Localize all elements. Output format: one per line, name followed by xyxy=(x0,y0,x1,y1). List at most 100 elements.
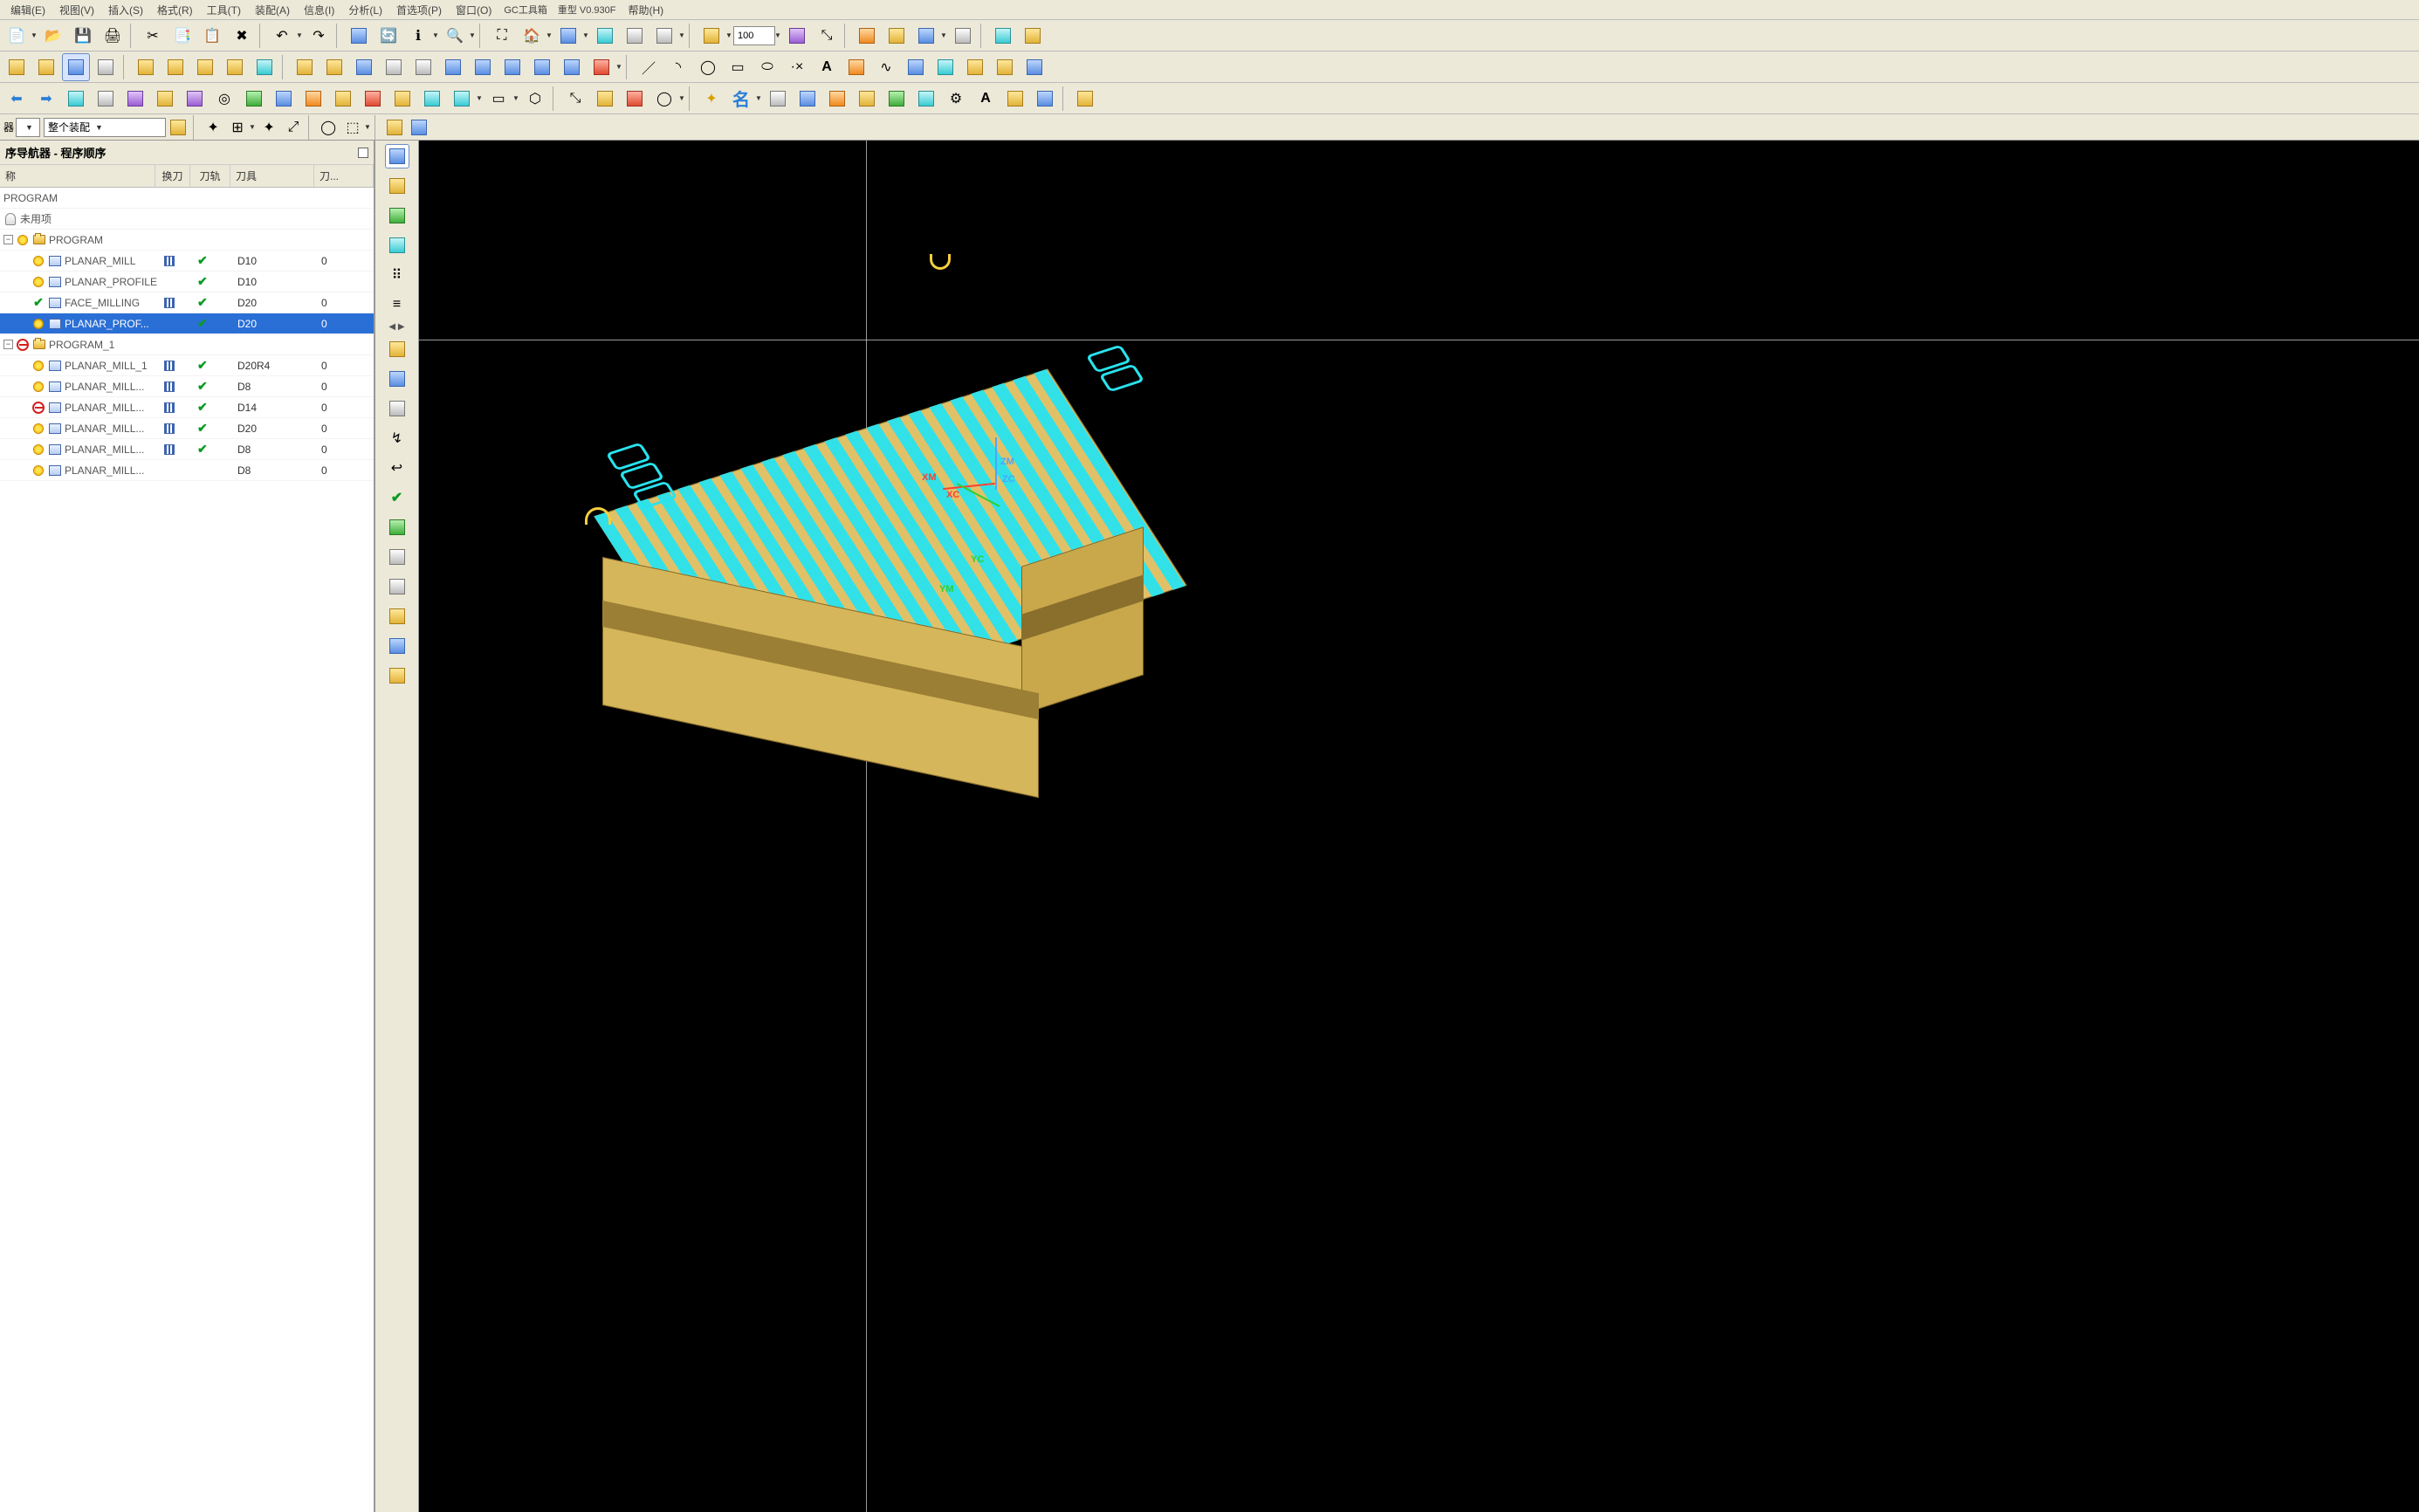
diamond-button[interactable] xyxy=(853,22,881,50)
tree-row[interactable]: PLANAR_MILL...D80 xyxy=(0,460,374,481)
extra1-button[interactable] xyxy=(989,22,1017,50)
tree-row[interactable]: PLANAR_PROF...✔D200 xyxy=(0,313,374,334)
assembly-combo[interactable]: 整个装配▼ xyxy=(44,118,166,137)
menu-insert[interactable]: 插入(S) xyxy=(101,1,150,19)
list-button[interactable] xyxy=(439,53,467,81)
name-dropdown[interactable]: ▼ xyxy=(754,94,763,102)
create-geom-button[interactable] xyxy=(191,53,219,81)
cube6-button[interactable] xyxy=(329,85,357,113)
update-button[interactable] xyxy=(345,22,373,50)
rb-expander[interactable]: ◀ ▶ xyxy=(388,322,404,332)
shade-dropdown[interactable]: ▼ xyxy=(677,31,686,39)
graphics-viewport[interactable]: XM XC ZM ZC YC YM xyxy=(419,141,2419,1512)
menu-view[interactable]: 视图(V) xyxy=(52,1,101,19)
doc4-button[interactable] xyxy=(883,85,911,113)
rb-6[interactable]: ✔ xyxy=(385,485,409,510)
star-button[interactable]: ✦ xyxy=(698,85,725,113)
flag-dropdown[interactable]: ▼ xyxy=(615,63,623,71)
snap1-button[interactable]: ✦ xyxy=(202,116,224,139)
op-create-button[interactable] xyxy=(3,53,31,81)
rb-machine-nav[interactable] xyxy=(385,233,409,258)
home-view-button[interactable]: 🏠 xyxy=(518,22,546,50)
cube10-button[interactable] xyxy=(448,85,476,113)
menu-prefs[interactable]: 首选项(P) xyxy=(389,1,449,19)
rb-5[interactable]: ↩ xyxy=(385,456,409,480)
offset-button[interactable] xyxy=(961,53,989,81)
op-exit-button[interactable] xyxy=(92,53,120,81)
post-button[interactable] xyxy=(380,53,408,81)
flag-button[interactable] xyxy=(588,53,615,81)
create-method-button[interactable] xyxy=(221,53,249,81)
box-button[interactable] xyxy=(151,85,179,113)
create-prog-button[interactable] xyxy=(132,53,160,81)
copy-button[interactable]: 📑 xyxy=(168,22,196,50)
circle2-button[interactable]: ◯ xyxy=(650,85,678,113)
zoom-button[interactable]: 🔍 xyxy=(441,22,469,50)
translucency-dropdown[interactable]: ▼ xyxy=(773,31,782,39)
section-dropdown[interactable]: ▼ xyxy=(725,31,733,39)
key-button[interactable] xyxy=(883,22,911,50)
list2-button[interactable] xyxy=(469,53,497,81)
rb-8[interactable] xyxy=(385,545,409,569)
generate-button[interactable] xyxy=(291,53,319,81)
cube5-button[interactable] xyxy=(299,85,327,113)
shade-button[interactable] xyxy=(621,22,649,50)
redo-button[interactable]: ↷ xyxy=(305,22,333,50)
snap2-button[interactable]: ⊞ xyxy=(226,116,249,139)
iso-dropdown[interactable]: ▼ xyxy=(581,31,590,39)
tree-row[interactable]: PLANAR_MILL✔D100 xyxy=(0,251,374,271)
menu-help[interactable]: 帮助(H) xyxy=(621,1,670,19)
create-tool-button[interactable] xyxy=(161,53,189,81)
info-button[interactable]: ℹ xyxy=(404,22,432,50)
tree-row[interactable]: PLANAR_MILL...✔D200 xyxy=(0,418,374,439)
circle2-dropdown[interactable]: ▼ xyxy=(677,94,686,102)
col-name[interactable]: 称 xyxy=(0,165,155,187)
snap3-button[interactable]: ✦ xyxy=(258,116,280,139)
doc3-button[interactable] xyxy=(853,85,881,113)
menu-format[interactable]: 格式(R) xyxy=(150,1,200,19)
snap2-dropdown[interactable]: ▼ xyxy=(248,123,257,131)
new-dropdown[interactable]: ▼ xyxy=(30,31,38,39)
op-geom-button[interactable] xyxy=(32,53,60,81)
tree-row[interactable]: −PROGRAM xyxy=(0,230,374,251)
translucency-input[interactable] xyxy=(733,26,775,45)
spline-button[interactable]: ∿ xyxy=(872,53,900,81)
snap4-button[interactable]: ⤢ xyxy=(282,116,305,139)
circle-button[interactable]: ◯ xyxy=(694,53,722,81)
navigator-tree[interactable]: PROGRAM未用项−PROGRAMPLANAR_MILL✔D100PLANAR… xyxy=(0,188,374,1512)
rb-lines[interactable]: ≡ xyxy=(385,292,409,317)
tree-row[interactable]: −PROGRAM_1 xyxy=(0,334,374,355)
cube11-button[interactable] xyxy=(591,85,619,113)
rb-dots[interactable]: ⠿ xyxy=(385,263,409,287)
fit-button[interactable]: ⛶ xyxy=(488,22,516,50)
tree-row[interactable]: PLANAR_PROFILE✔D10 xyxy=(0,271,374,292)
sq-button[interactable]: ▭ xyxy=(484,85,512,113)
shop-doc-button[interactable] xyxy=(409,53,437,81)
extend-button[interactable] xyxy=(1021,53,1048,81)
arc-button[interactable]: ◝ xyxy=(664,53,692,81)
lock-button[interactable] xyxy=(1019,22,1047,50)
textA2-button[interactable]: A xyxy=(972,85,1000,113)
snap6-button[interactable]: ⬚ xyxy=(341,116,364,139)
gear-button[interactable]: ⚙ xyxy=(942,85,970,113)
cube9-button[interactable] xyxy=(418,85,446,113)
info-dropdown[interactable]: ▼ xyxy=(431,31,440,39)
cube10-dropdown[interactable]: ▼ xyxy=(475,94,484,102)
box2-button[interactable] xyxy=(181,85,209,113)
rb-part-nav[interactable] xyxy=(385,174,409,198)
delete-button[interactable]: ✖ xyxy=(228,22,256,50)
grid-button[interactable] xyxy=(949,22,977,50)
menu-window[interactable]: 窗口(O) xyxy=(449,1,498,19)
measure-dropdown[interactable]: ▼ xyxy=(939,31,948,39)
doc2-button[interactable] xyxy=(794,85,821,113)
mini2-button[interactable] xyxy=(92,85,120,113)
spline3-button[interactable] xyxy=(931,53,959,81)
tree-row[interactable]: 未用项 xyxy=(0,209,374,230)
rb-op-nav[interactable] xyxy=(385,203,409,228)
tree-row[interactable]: PLANAR_MILL...✔D80 xyxy=(0,376,374,397)
layers-button[interactable] xyxy=(783,22,811,50)
print-button[interactable]: 🖨 xyxy=(99,22,127,50)
tree-row[interactable]: ✔FACE_MILLING✔D200 xyxy=(0,292,374,313)
simulate-button[interactable] xyxy=(350,53,378,81)
tree-row[interactable]: PROGRAM xyxy=(0,188,374,209)
